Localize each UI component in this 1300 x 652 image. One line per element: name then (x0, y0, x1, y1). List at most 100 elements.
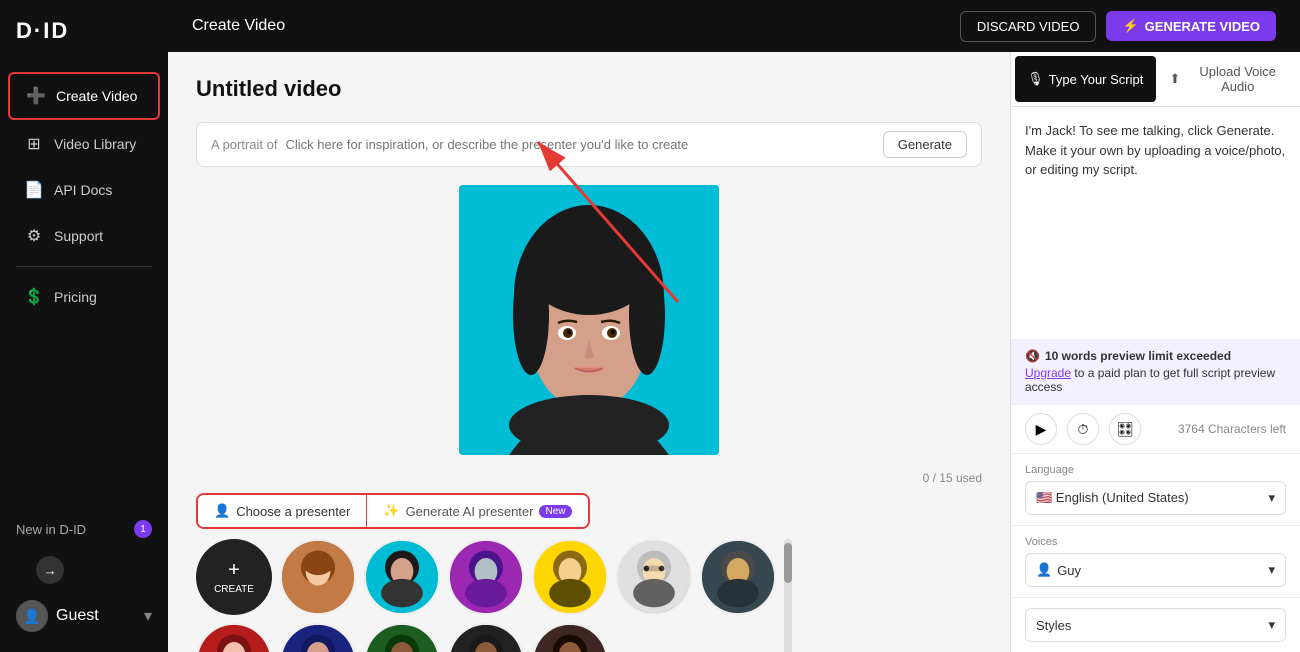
audio-controls: ▶ ⏱ 🎛 3764 Characters left (1011, 404, 1300, 453)
new-in-did[interactable]: New in D-ID 1 (8, 510, 160, 548)
presenter-4-img (534, 541, 606, 613)
presenter-12[interactable] (532, 623, 608, 652)
header-actions: DISCARD VIDEO ⚡ GENERATE VIDEO (960, 11, 1276, 42)
upload-icon: ⬆ (1170, 71, 1181, 87)
script-textarea[interactable]: I'm Jack! To see me talking, click Gener… (1011, 107, 1300, 339)
generate-portrait-button[interactable]: Generate (883, 131, 967, 158)
presenter-grid: + CREATE (196, 539, 776, 652)
content-area: Untitled video A portrait of Generate (168, 52, 1300, 652)
chevron-down-icon: ▾ (1268, 562, 1275, 578)
presenter-10[interactable] (364, 623, 440, 652)
right-panel: 🎙 Type Your Script ⬆ Upload Voice Audio … (1010, 52, 1300, 652)
script-tabs: 🎙 Type Your Script ⬆ Upload Voice Audio (1011, 52, 1300, 107)
generate-label: GENERATE VIDEO (1145, 19, 1260, 34)
tab-label: Upload Voice Audio (1185, 64, 1290, 94)
play-button[interactable]: ▶ (1025, 413, 1057, 445)
presenter-row-2 (196, 623, 776, 652)
scrollbar-thumb (784, 543, 792, 583)
presenter-5-img (618, 541, 690, 613)
sidebar: D·ID ➕ Create Video ⊞ Video Library 📄 AP… (0, 0, 168, 652)
presenter-5[interactable] (616, 539, 692, 615)
presenter-3[interactable] (448, 539, 524, 615)
scrollbar[interactable] (784, 539, 792, 652)
portrait-input[interactable] (285, 137, 874, 152)
mic-icon: 🎙 (1027, 71, 1044, 87)
generate-video-button[interactable]: ⚡ GENERATE VIDEO (1106, 11, 1276, 41)
voice-value: 👤 Guy (1036, 562, 1081, 578)
sidebar-item-video-library[interactable]: ⊞ Video Library (8, 122, 160, 166)
sidebar-item-label: Pricing (54, 289, 97, 305)
sidebar-item-label: Support (54, 228, 103, 244)
sidebar-item-label: API Docs (54, 182, 112, 198)
new-tag: New (539, 505, 571, 518)
presenter-1[interactable] (280, 539, 356, 615)
chevron-down-icon: ▾ (1268, 490, 1275, 506)
type-script-tab[interactable]: 🎙 Type Your Script (1015, 56, 1156, 102)
language-select[interactable]: 🇺🇸 English (United States) ▾ (1025, 481, 1286, 515)
voices-label: Voices (1025, 536, 1286, 548)
presenter-4[interactable] (532, 539, 608, 615)
header: Create Video DISCARD VIDEO ⚡ GENERATE VI… (168, 0, 1300, 52)
new-did-label: New in D-ID (16, 522, 86, 537)
presenter-1-img (282, 541, 354, 613)
chevron-icon: ▾ (144, 606, 152, 626)
gear-icon: ⚙ (24, 226, 44, 246)
portrait-label: A portrait of (211, 137, 277, 152)
presenter-container (196, 185, 982, 455)
create-label: CREATE (214, 584, 254, 595)
presenter-face-svg (459, 185, 719, 455)
doc-icon: 📄 (24, 180, 44, 200)
tab-label: Type Your Script (1049, 72, 1144, 87)
generate-ai-presenter-tab[interactable]: ✨ Generate AI presenter New (367, 495, 587, 527)
voice-settings-button[interactable]: 🎛 (1109, 413, 1141, 445)
avatar: 👤 (16, 600, 48, 632)
sidebar-item-support[interactable]: ⚙ Support (8, 214, 160, 258)
sidebar-bottom: New in D-ID 1 → 👤 Guest ▾ (0, 498, 168, 652)
sidebar-item-api-docs[interactable]: 📄 API Docs (8, 168, 160, 212)
upload-voice-tab[interactable]: ⬆ Upload Voice Audio (1160, 52, 1300, 106)
presenter-9[interactable] (280, 623, 356, 652)
tab-label: Choose a presenter (236, 504, 350, 519)
discard-video-button[interactable]: DISCARD VIDEO (960, 11, 1097, 42)
styles-select[interactable]: Styles ▾ (1025, 608, 1286, 642)
collapse-button[interactable]: → (36, 556, 64, 584)
logo: D·ID (0, 0, 168, 62)
grid-icon: ⊞ (24, 134, 44, 154)
timer-button[interactable]: ⏱ (1067, 413, 1099, 445)
styles-section: Styles ▾ (1011, 597, 1300, 652)
voices-select[interactable]: 👤 Guy ▾ (1025, 553, 1286, 587)
voices-section: Voices 👤 Guy ▾ (1011, 525, 1300, 597)
presenter-2[interactable] (364, 539, 440, 615)
sidebar-item-pricing[interactable]: 💲 Pricing (8, 275, 160, 319)
voice-name: Guy (1057, 563, 1081, 578)
presenter-6[interactable] (700, 539, 776, 615)
language-label: Language (1025, 464, 1286, 476)
sparkle-icon: ✨ (383, 503, 399, 519)
lightning-icon: ⚡ (1122, 18, 1138, 34)
portrait-bar: A portrait of Generate (196, 122, 982, 167)
warning-title-text: 10 words preview limit exceeded (1045, 349, 1231, 363)
user-row[interactable]: 👤 Guest ▾ (8, 592, 160, 640)
choose-presenter-tab[interactable]: 👤 Choose a presenter (198, 495, 367, 527)
tab-label: Generate AI presenter (406, 504, 534, 519)
upgrade-link[interactable]: Upgrade (1025, 366, 1071, 380)
sidebar-divider (16, 266, 152, 267)
plus-icon: + (228, 559, 240, 582)
styles-label: Styles (1036, 618, 1071, 633)
presenter-11[interactable] (448, 623, 524, 652)
presenter-2-img (366, 541, 438, 613)
presenter-8[interactable] (196, 623, 272, 652)
main: Create Video DISCARD VIDEO ⚡ GENERATE VI… (168, 0, 1300, 652)
warning-bar: 🔇 10 words preview limit exceeded Upgrad… (1011, 339, 1300, 404)
page-title: Create Video (192, 17, 285, 35)
warning-text: Upgrade to a paid plan to get full scrip… (1025, 366, 1286, 394)
person-icon: 👤 (214, 503, 230, 519)
presenter-3-img (450, 541, 522, 613)
presenter-image (459, 185, 719, 455)
plus-icon: ➕ (26, 86, 46, 106)
presenter-row-1: + CREATE (196, 539, 776, 615)
create-presenter-button[interactable]: + CREATE (196, 539, 272, 615)
speaker-icon: 🔇 (1025, 349, 1040, 363)
language-value: 🇺🇸 English (United States) (1036, 490, 1189, 506)
sidebar-item-create-video[interactable]: ➕ Create Video (8, 72, 160, 120)
